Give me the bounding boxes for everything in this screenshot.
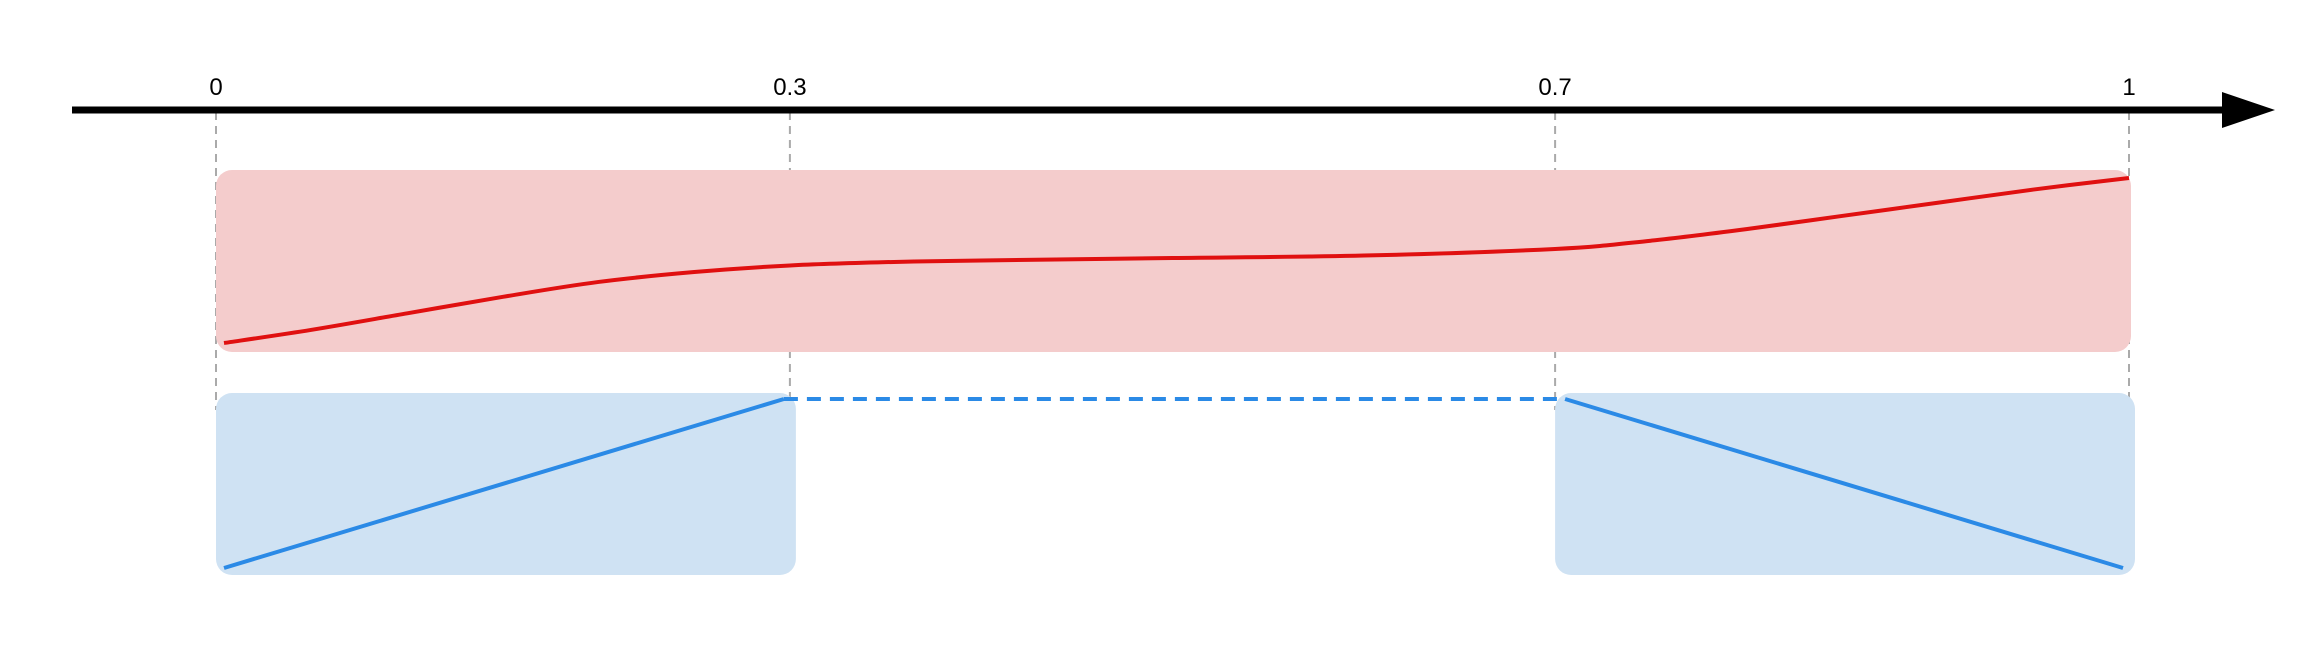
tick-label: 0 xyxy=(209,74,222,101)
tick-label: 0.3 xyxy=(773,74,806,101)
tick-label: 1 xyxy=(2122,74,2135,101)
tick-labels: 0 0.3 0.7 1 xyxy=(209,74,2135,101)
easing-curve-band xyxy=(216,170,2131,352)
timing-diagram: 0 0.3 0.7 1 xyxy=(72,74,2275,575)
timeline-axis xyxy=(72,92,2275,128)
axis-arrowhead xyxy=(2222,92,2275,128)
easing-curve-band-bg xyxy=(216,170,2131,352)
fade-segments xyxy=(216,393,2135,575)
tick-label: 0.7 xyxy=(1538,74,1571,101)
